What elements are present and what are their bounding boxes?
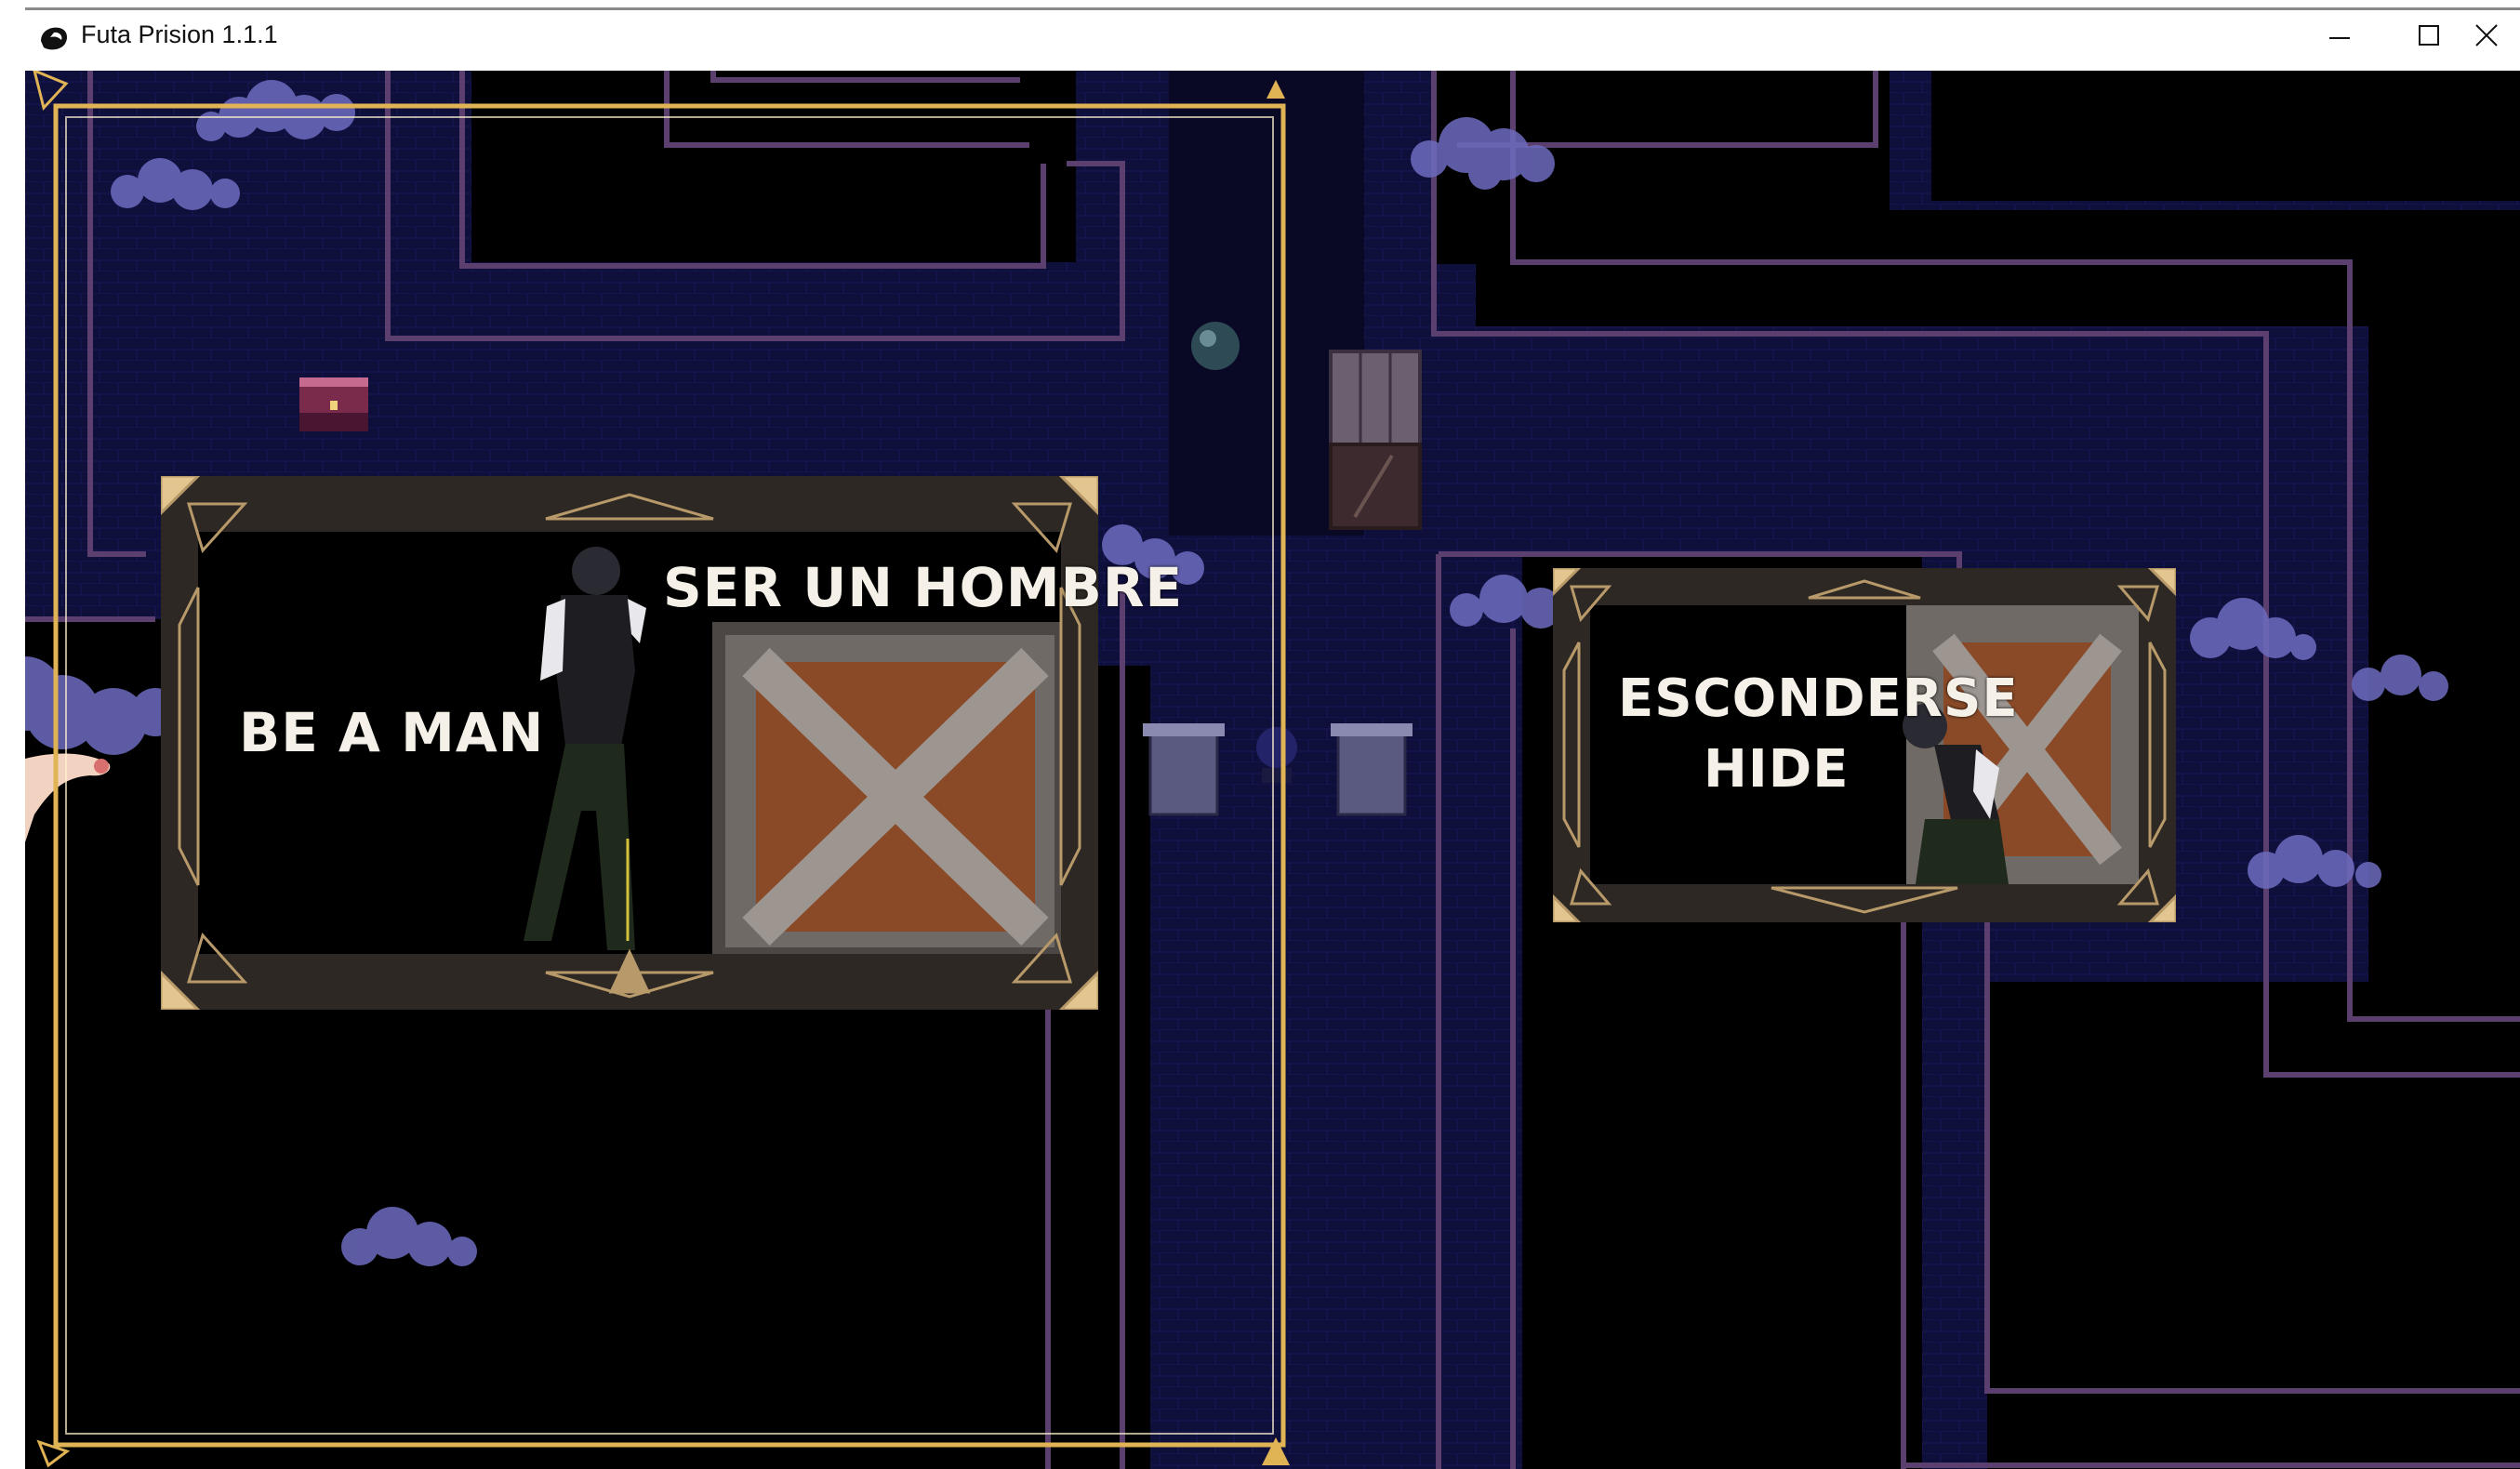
maximize-icon	[2419, 25, 2439, 46]
minimize-icon	[2329, 37, 2350, 39]
title-bar[interactable]: Futa Prision 1.1.1	[25, 0, 2520, 71]
choice-label-spanish: SER UN HOMBRE	[663, 556, 1184, 619]
choice-card-hide[interactable]: ESCONDERSE HIDE	[1553, 568, 2176, 922]
desktop-edge	[0, 0, 25, 1469]
choice-label-english: BE A MAN	[239, 701, 545, 764]
close-button[interactable]	[2474, 0, 2520, 71]
orb	[1191, 322, 1240, 370]
card-ornament-frame	[1553, 568, 2176, 922]
maximize-button[interactable]	[2385, 0, 2474, 71]
choice-card-be-a-man[interactable]: SER UN HOMBRE BE A MAN	[161, 476, 1182, 1010]
close-icon	[2475, 24, 2498, 46]
minimize-button[interactable]	[2296, 0, 2385, 71]
choice-label-english: HIDE	[1704, 739, 1850, 800]
choice-label-spanish: ESCONDERSE	[1618, 668, 2019, 729]
game-viewport[interactable]: SER UN HOMBRE BE A MAN ESCONDERSE HIDE	[25, 71, 2520, 1469]
wooden-door	[1329, 350, 1422, 530]
treasure-chest	[299, 377, 368, 431]
game-window: Futa Prision 1.1.1 SER UN HOMBRE BE A MA…	[25, 0, 2520, 1469]
app-blob-icon	[38, 24, 70, 52]
title-bar-top-line	[25, 7, 2520, 10]
window-title: Futa Prision 1.1.1	[81, 20, 278, 48]
